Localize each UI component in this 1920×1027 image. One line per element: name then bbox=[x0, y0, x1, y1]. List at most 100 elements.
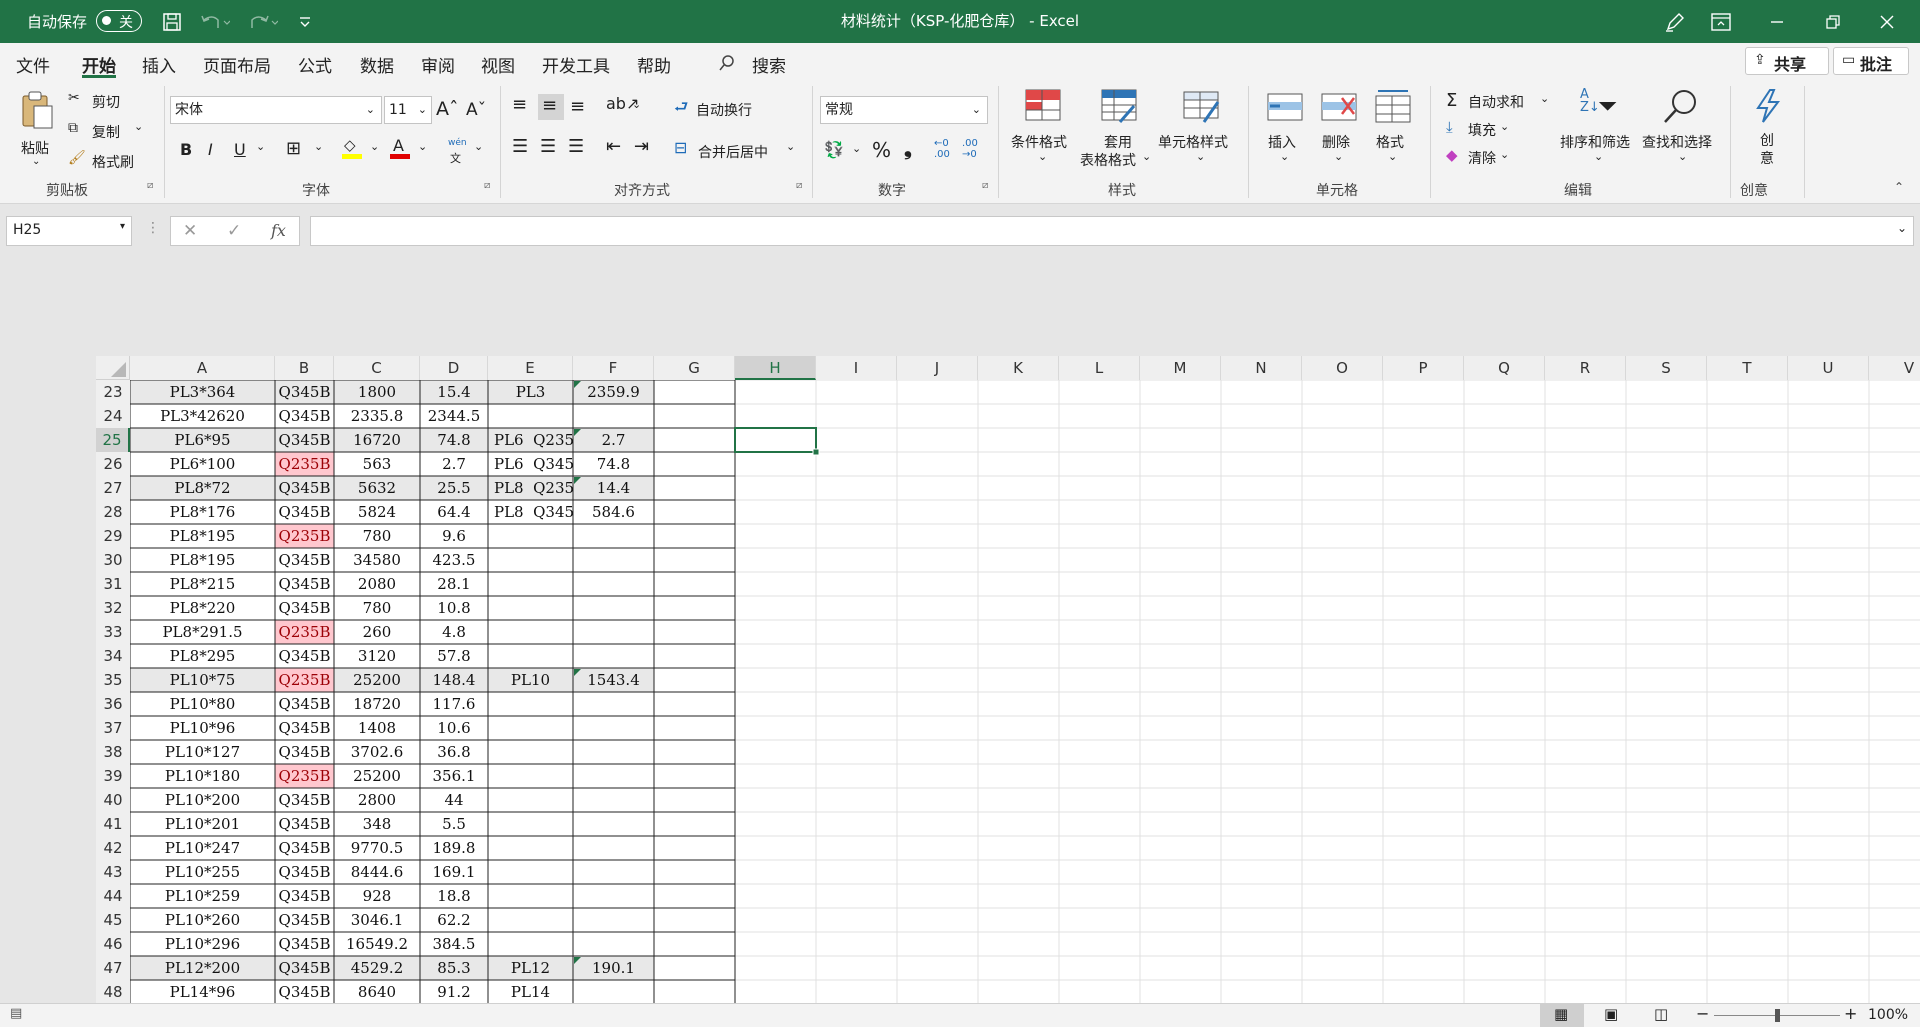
tab-insert[interactable]: 插入 bbox=[142, 52, 176, 77]
normal-view-button[interactable]: ▦ bbox=[1540, 1004, 1584, 1027]
page-break-view-icon[interactable]: ◫ bbox=[1654, 1005, 1668, 1023]
wrap-text-button[interactable]: 自动换行 bbox=[696, 100, 752, 120]
cell-b46[interactable]: Q345B bbox=[275, 932, 334, 956]
cell-c29[interactable]: 780 bbox=[334, 524, 420, 548]
cell-e23[interactable]: PL3 bbox=[488, 380, 573, 404]
function-icon[interactable]: fx bbox=[271, 221, 286, 240]
cell-e28[interactable]: PL8 Q345B bbox=[488, 500, 573, 524]
cell-a27[interactable]: PL8*72 bbox=[130, 476, 275, 500]
currency-icon[interactable]: 💱 bbox=[824, 140, 844, 159]
cell-b24[interactable]: Q345B bbox=[275, 404, 334, 428]
cell-a47[interactable]: PL12*200 bbox=[130, 956, 275, 980]
font-size-select[interactable]: 11 ⌄ bbox=[384, 96, 432, 124]
format-painter-button[interactable]: 格式刷 bbox=[92, 152, 134, 172]
cell-d29[interactable]: 9.6 bbox=[420, 524, 488, 548]
cell-d40[interactable]: 44 bbox=[420, 788, 488, 812]
cell-c43[interactable]: 8444.6 bbox=[334, 860, 420, 884]
zoom-slider-thumb[interactable] bbox=[1775, 1009, 1780, 1022]
cell-a37[interactable]: PL10*96 bbox=[130, 716, 275, 740]
cell-c30[interactable]: 34580 bbox=[334, 548, 420, 572]
share-button[interactable]: ⇪ 共享 bbox=[1745, 47, 1829, 75]
cell-f23[interactable]: 2359.9 bbox=[573, 380, 654, 404]
cell-a32[interactable]: PL8*220 bbox=[130, 596, 275, 620]
worksheet-grid[interactable]: PL3*364 Q345B 1800 15.4 PL3 2359.9 PL3*42620 Q3… bbox=[96, 356, 1920, 1003]
cell-d33[interactable]: 4.8 bbox=[420, 620, 488, 644]
insert-cells-button[interactable]: 插入 ⌄ bbox=[1264, 88, 1306, 176]
ideas-button[interactable]: 创 意 bbox=[1748, 88, 1788, 176]
cell-e48[interactable]: PL14 bbox=[488, 980, 573, 1003]
merge-center-button[interactable]: 合并后居中 bbox=[698, 142, 768, 162]
merge-icon[interactable]: ⊟ bbox=[674, 138, 687, 157]
cell-c37[interactable]: 1408 bbox=[334, 716, 420, 740]
row-header-40[interactable]: 40 bbox=[96, 788, 130, 812]
cell-a25[interactable]: PL6*95 bbox=[130, 428, 275, 452]
autosum-button[interactable]: 自动求和 bbox=[1468, 92, 1524, 112]
cell-b48[interactable]: Q345B bbox=[275, 980, 334, 1003]
zoom-in-icon[interactable]: + bbox=[1844, 1004, 1857, 1023]
cell-c44[interactable]: 928 bbox=[334, 884, 420, 908]
row-header-44[interactable]: 44 bbox=[96, 884, 130, 908]
cell-c38[interactable]: 3702.6 bbox=[334, 740, 420, 764]
increase-decimal-icon[interactable]: ←0.00 bbox=[934, 138, 950, 160]
underline-icon[interactable]: U bbox=[234, 140, 246, 159]
cell-d35[interactable]: 148.4 bbox=[420, 668, 488, 692]
decrease-decimal-icon[interactable]: .00 →0 bbox=[962, 138, 978, 160]
cell-e47[interactable]: PL12 bbox=[488, 956, 573, 980]
copy-button[interactable]: 复制 bbox=[92, 122, 120, 142]
cell-d41[interactable]: 5.5 bbox=[420, 812, 488, 836]
percent-icon[interactable]: % bbox=[872, 138, 891, 162]
cell-b39[interactable]: Q235B bbox=[275, 764, 334, 788]
wrap-icon[interactable]: ⮐ bbox=[674, 96, 688, 123]
page-layout-view-icon[interactable]: ▣ bbox=[1604, 1005, 1618, 1023]
cell-c25[interactable]: 16720 bbox=[334, 428, 420, 452]
row-header-37[interactable]: 37 bbox=[96, 716, 130, 740]
cell-a40[interactable]: PL10*200 bbox=[130, 788, 275, 812]
cell-b35[interactable]: Q235B bbox=[275, 668, 334, 692]
cell-e27[interactable]: PL8 Q235B bbox=[488, 476, 573, 500]
comma-icon[interactable]: ❟ bbox=[904, 136, 912, 160]
cell-c47[interactable]: 4529.2 bbox=[334, 956, 420, 980]
row-header-36[interactable]: 36 bbox=[96, 692, 130, 716]
column-header-o[interactable]: O bbox=[1302, 356, 1383, 380]
cell-c46[interactable]: 16549.2 bbox=[334, 932, 420, 956]
decrease-indent-icon[interactable]: ⇤ bbox=[606, 136, 621, 157]
dialog-launcher-icon[interactable]: ⧄ bbox=[147, 180, 153, 191]
cell-a46[interactable]: PL10*296 bbox=[130, 932, 275, 956]
align-right-icon[interactable]: ☰ bbox=[568, 136, 584, 157]
paste-button[interactable]: 粘贴 ⌄ bbox=[14, 90, 62, 170]
cell-c23[interactable]: 1800 bbox=[334, 380, 420, 404]
cell-a39[interactable]: PL10*180 bbox=[130, 764, 275, 788]
pen-icon[interactable] bbox=[1660, 8, 1690, 36]
cut-button[interactable]: 剪切 bbox=[92, 92, 120, 112]
collapse-ribbon-icon[interactable]: ⌃ bbox=[1894, 180, 1904, 194]
row-header-29[interactable]: 29 bbox=[96, 524, 130, 548]
cell-a41[interactable]: PL10*201 bbox=[130, 812, 275, 836]
cell-a43[interactable]: PL10*255 bbox=[130, 860, 275, 884]
zoom-level[interactable]: 100% bbox=[1868, 1007, 1908, 1023]
cell-a26[interactable]: PL6*100 bbox=[130, 452, 275, 476]
zoom-out-icon[interactable]: − bbox=[1696, 1004, 1709, 1023]
cell-b40[interactable]: Q345B bbox=[275, 788, 334, 812]
cell-e26[interactable]: PL6 Q345B bbox=[488, 452, 573, 476]
cell-d46[interactable]: 384.5 bbox=[420, 932, 488, 956]
row-header-48[interactable]: 48 bbox=[96, 980, 130, 1004]
cell-b31[interactable]: Q345B bbox=[275, 572, 334, 596]
cell-d26[interactable]: 2.7 bbox=[420, 452, 488, 476]
row-header-32[interactable]: 32 bbox=[96, 596, 130, 620]
cell-c45[interactable]: 3046.1 bbox=[334, 908, 420, 932]
format-cells-button[interactable]: 格式 ⌄ bbox=[1372, 88, 1414, 176]
column-header-p[interactable]: P bbox=[1383, 356, 1464, 380]
cell-f26[interactable]: 74.8 bbox=[573, 452, 654, 476]
cell-d27[interactable]: 25.5 bbox=[420, 476, 488, 500]
formula-input[interactable]: ⌄ bbox=[310, 216, 1914, 246]
row-header-24[interactable]: 24 bbox=[96, 404, 130, 428]
cell-b45[interactable]: Q345B bbox=[275, 908, 334, 932]
row-header-45[interactable]: 45 bbox=[96, 908, 130, 932]
tab-formulas[interactable]: 公式 bbox=[298, 52, 332, 77]
tab-home[interactable]: 开始 bbox=[82, 52, 116, 77]
cell-c36[interactable]: 18720 bbox=[334, 692, 420, 716]
cell-c42[interactable]: 9770.5 bbox=[334, 836, 420, 860]
cell-d34[interactable]: 57.8 bbox=[420, 644, 488, 668]
row-header-33[interactable]: 33 bbox=[96, 620, 130, 644]
cell-b29[interactable]: Q235B bbox=[275, 524, 334, 548]
